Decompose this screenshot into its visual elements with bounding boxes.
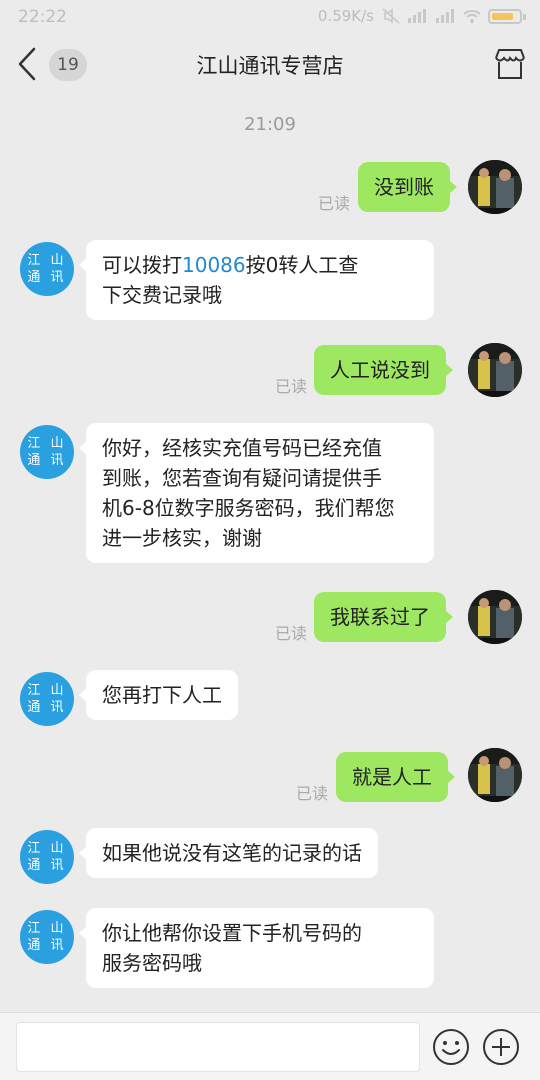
- shop-avatar[interactable]: 江 山 通 讯: [20, 242, 74, 296]
- read-receipt: 已读: [296, 784, 329, 803]
- message-bubble-incoming[interactable]: 可以拨打10086按0转人工查 下交费记录哦: [79, 240, 434, 320]
- shop-avatar-line1: 江 山: [27, 921, 67, 936]
- signal-hd2-icon: [434, 8, 456, 24]
- user-photo-icon: [468, 343, 522, 397]
- shop-avatar-line2: 通 讯: [27, 938, 67, 953]
- user-avatar[interactable]: [468, 590, 522, 644]
- battery-icon: [488, 8, 526, 24]
- shop-avatar-line2: 通 讯: [27, 270, 67, 285]
- wifi-icon: [462, 8, 482, 24]
- message-line: 你让他帮你设置下手机号码的: [102, 921, 362, 945]
- user-photo-icon: [468, 160, 522, 214]
- shop-avatar[interactable]: 江 山 通 讯: [20, 910, 74, 964]
- message-bubble-incoming[interactable]: 您再打下人工: [79, 670, 238, 720]
- message-line: 机6-8位数字服务密码，我们帮您: [102, 496, 395, 520]
- user-avatar[interactable]: [468, 748, 522, 802]
- message-bubble-outgoing[interactable]: 就是人工: [336, 752, 455, 802]
- message-text: 可以拨打: [102, 253, 182, 277]
- shop-avatar[interactable]: 江 山 通 讯: [20, 672, 74, 726]
- mute-icon: [382, 8, 400, 24]
- shop-avatar-line1: 江 山: [27, 253, 67, 268]
- message-bubble-outgoing[interactable]: 我联系过了: [314, 592, 453, 642]
- shop-avatar-line1: 江 山: [27, 436, 67, 451]
- message-bubble-incoming[interactable]: 你让他帮你设置下手机号码的 服务密码哦: [79, 908, 434, 988]
- message-bubble-outgoing[interactable]: 没到账: [358, 162, 457, 212]
- shop-avatar-line1: 江 山: [27, 841, 67, 856]
- input-bar: [0, 1012, 540, 1080]
- message-bubble-outgoing[interactable]: 人工说没到: [314, 345, 453, 395]
- signal-hd-icon: [406, 8, 428, 24]
- store-icon: [495, 49, 525, 79]
- shop-avatar-line2: 通 讯: [27, 700, 67, 715]
- chat-header: 19 江山通讯专营店: [0, 34, 540, 96]
- status-time: 22:22: [18, 7, 67, 27]
- plus-circle-icon: [483, 1029, 519, 1065]
- message-text: 下交费记录哦: [102, 283, 222, 307]
- message-bubble-incoming[interactable]: 如果他说没有这笔的记录的话: [79, 828, 378, 878]
- user-avatar[interactable]: [468, 343, 522, 397]
- page-title: 江山通讯专营店: [196, 54, 344, 78]
- shop-avatar[interactable]: 江 山 通 讯: [20, 425, 74, 479]
- more-button[interactable]: [482, 1028, 520, 1066]
- message-bubble-incoming[interactable]: 你好，经核实充值号码已经充值 到账，您若查询有疑问请提供手 机6-8位数字服务密…: [79, 423, 434, 563]
- phone-number-link[interactable]: 10086: [182, 253, 246, 277]
- message-text: 按0转人工查: [245, 253, 359, 277]
- message-line: 到账，您若查询有疑问请提供手: [102, 466, 382, 490]
- chat-area[interactable]: 21:09 已读 没到账 江 山 通 讯 可以拨打10086按0转人工查 下交费…: [0, 96, 540, 1012]
- emoji-button[interactable]: [432, 1028, 470, 1066]
- store-button[interactable]: [492, 46, 528, 82]
- smiley-icon: [433, 1029, 469, 1065]
- shop-avatar[interactable]: 江 山 通 讯: [20, 830, 74, 884]
- message-input[interactable]: [16, 1022, 420, 1072]
- shop-avatar-line2: 通 讯: [27, 453, 67, 468]
- status-right: 0.59K/s: [317, 7, 526, 25]
- status-bar: 22:22 0.59K/s: [0, 0, 540, 34]
- read-receipt: 已读: [275, 624, 308, 643]
- network-speed: 0.59K/s: [317, 7, 374, 25]
- shop-avatar-line1: 江 山: [27, 683, 67, 698]
- shop-avatar-line2: 通 讯: [27, 858, 67, 873]
- user-photo-icon: [468, 748, 522, 802]
- message-line: 服务密码哦: [102, 951, 202, 975]
- message-timestamp: 21:09: [244, 114, 296, 135]
- read-receipt: 已读: [275, 377, 308, 396]
- user-photo-icon: [468, 590, 522, 644]
- user-avatar[interactable]: [468, 160, 522, 214]
- read-receipt: 已读: [318, 194, 351, 213]
- message-line: 进一步核实，谢谢: [102, 526, 262, 550]
- message-line: 你好，经核实充值号码已经充值: [102, 436, 382, 460]
- status-icons: [382, 8, 526, 24]
